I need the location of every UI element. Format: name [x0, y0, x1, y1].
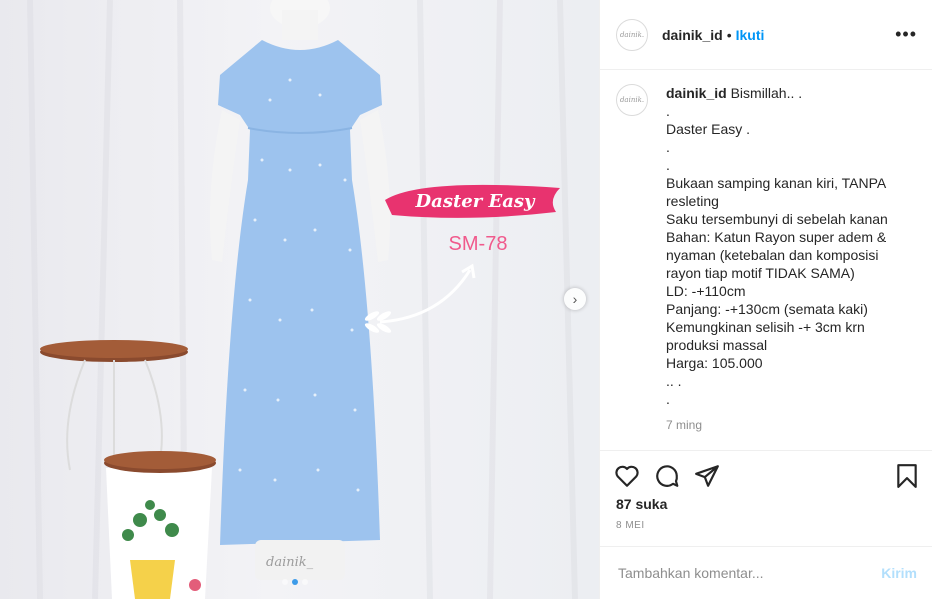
post-image[interactable]: Daster Easy SM-78 dainik_	[0, 0, 599, 599]
post-time[interactable]: 7 ming	[666, 418, 925, 432]
comment-input[interactable]	[616, 564, 882, 582]
carousel-dots	[282, 579, 308, 585]
carousel-dot-active	[292, 579, 298, 585]
follow-button[interactable]: Ikuti	[736, 27, 765, 43]
caption-line: Saku tersembunyi di sebelah kanan	[666, 211, 888, 227]
dress-shape	[218, 40, 382, 545]
caption-text: dainik_id Bismillah.. . . Daster Easy . …	[666, 84, 906, 408]
bookmark-icon[interactable]	[894, 463, 920, 489]
caption-line: .. .	[666, 373, 682, 389]
post-header: dainik. dainik_id • Ikuti •••	[600, 0, 932, 70]
caption-line: Bukaan samping kanan kiri, TANPA resleti…	[666, 175, 886, 209]
caption-line: Bahan: Katun Rayon super adem & nyaman (…	[666, 229, 887, 281]
likes-count[interactable]: 87 suka	[616, 496, 667, 512]
caption-line: .	[666, 139, 670, 155]
post-comment-button[interactable]: Kirim	[881, 565, 917, 581]
overlay-code: SM-78	[449, 233, 508, 255]
watermark: dainik_	[266, 555, 314, 570]
separator-dot: •	[726, 26, 732, 43]
caption-line: Bismillah.. .	[730, 85, 803, 101]
carousel-dot	[302, 579, 308, 585]
caption-line: .	[666, 391, 670, 407]
caption-avatar[interactable]: dainik.	[616, 84, 648, 116]
post-side-panel: dainik. dainik_id • Ikuti ••• dainik. da…	[599, 0, 932, 599]
post-date: 8 MEI	[616, 520, 645, 531]
post-modal: Daster Easy SM-78 dainik_ › dainik. dain…	[0, 0, 932, 599]
product-photo: Daster Easy SM-78	[27, 0, 578, 599]
username-link[interactable]: dainik_id	[662, 27, 723, 43]
avatar-text: dainik.	[619, 30, 645, 39]
caption-line: .	[666, 157, 670, 173]
caption-line: .	[666, 103, 670, 119]
caption-line: Kemungkinan selisih -+ 3cm krn produksi …	[666, 319, 865, 353]
heart-icon[interactable]	[614, 463, 640, 489]
next-image-button[interactable]: ›	[564, 288, 586, 310]
chevron-right-icon: ›	[572, 291, 578, 307]
caption-line: Daster Easy .	[666, 121, 751, 137]
action-bar	[600, 450, 932, 501]
avatar-text: dainik.	[619, 96, 645, 104]
caption-area: dainik. dainik_id Bismillah.. . . Daster…	[616, 84, 925, 449]
caption-line: Panjang: -+130cm (semata kaki)	[666, 301, 868, 317]
overlay-title: Daster Easy	[415, 191, 536, 212]
share-icon[interactable]	[694, 463, 720, 489]
carousel-dot	[282, 579, 288, 585]
caption-line: LD: -+110cm	[666, 283, 746, 299]
caption-line: Harga: 105.000	[666, 355, 763, 371]
comment-icon[interactable]	[654, 463, 680, 489]
caption-username[interactable]: dainik_id	[666, 85, 727, 101]
more-options-icon[interactable]: •••	[895, 24, 917, 45]
avatar[interactable]: dainik.	[616, 18, 648, 51]
comment-bar: Kirim	[600, 546, 932, 599]
